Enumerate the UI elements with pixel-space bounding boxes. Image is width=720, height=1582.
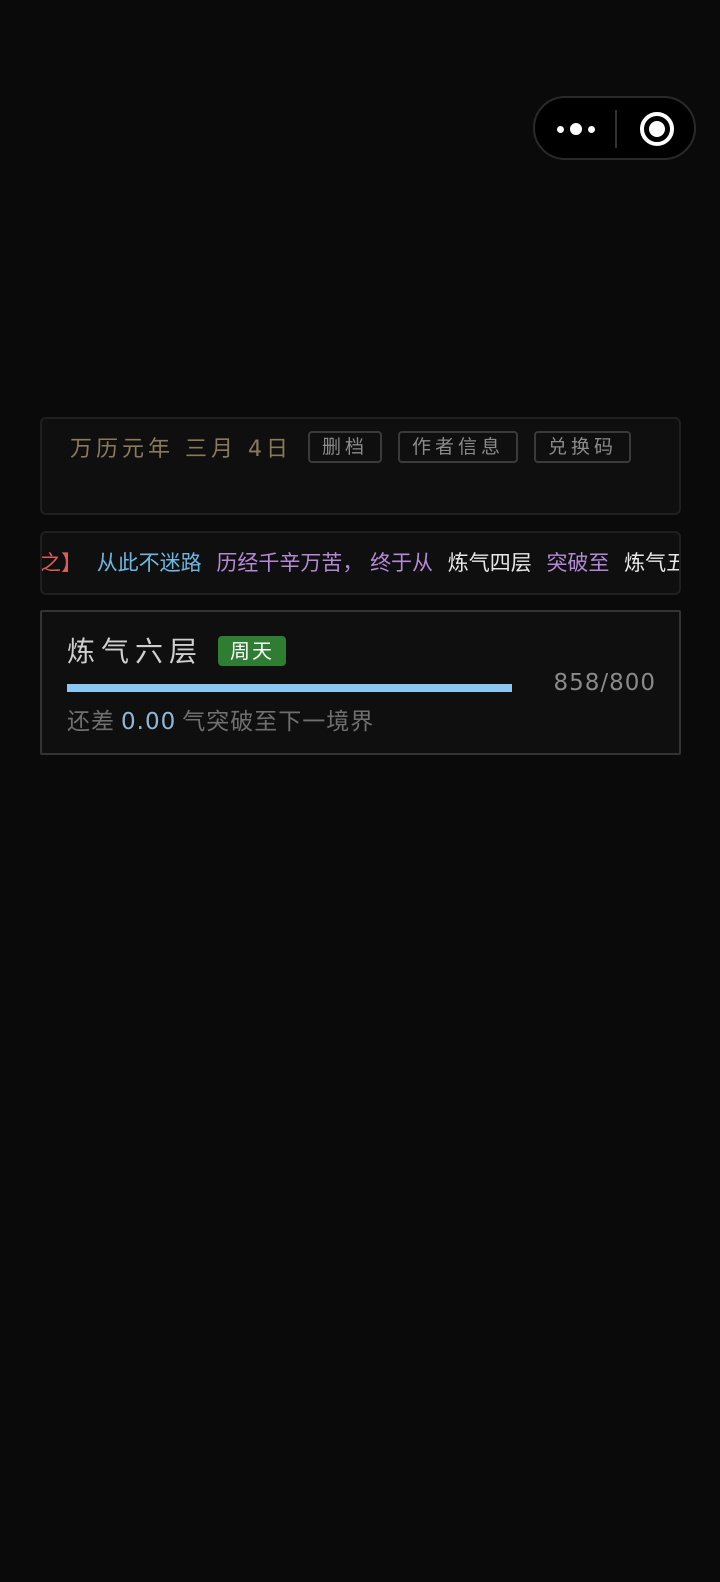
redeem-code-button[interactable]: 兑换码 bbox=[534, 431, 632, 463]
progress-bar bbox=[67, 684, 512, 692]
log-segment: 从此不迷路 bbox=[96, 551, 202, 575]
log-segment: 炼气四层 bbox=[447, 551, 532, 575]
log-segment: 历经千辛万苦， bbox=[216, 551, 364, 575]
capsule-divider bbox=[615, 110, 617, 148]
event-log-ticker: 之】 从此不迷路 历经千辛万苦， 终于从 炼气四层 突破至 炼气五层 bbox=[40, 531, 681, 595]
realm-panel: 炼气六层 周天 858/800 还差 0.00 气突破至下一境界 bbox=[40, 610, 681, 755]
log-segment: 终于从 bbox=[370, 551, 434, 575]
mini-program-capsule bbox=[533, 96, 696, 160]
event-log-line: 之】 从此不迷路 历经千辛万苦， 终于从 炼气四层 突破至 炼气五层 bbox=[40, 533, 679, 593]
delete-save-button[interactable]: 删档 bbox=[307, 431, 382, 463]
remain-suffix: 气突破至下一境界 bbox=[182, 709, 375, 735]
date-panel: 万历元年 三月 4日 删档 作者信息 兑换码 bbox=[40, 417, 681, 515]
game-date: 万历元年 三月 4日 bbox=[70, 437, 292, 462]
remain-prefix: 还差 bbox=[67, 709, 115, 735]
log-segment: 炼气五层 bbox=[624, 551, 679, 575]
breakthrough-remaining: 还差 0.00 气突破至下一境界 bbox=[67, 702, 374, 736]
author-info-button[interactable]: 作者信息 bbox=[398, 431, 519, 463]
log-segment: 之】 bbox=[40, 551, 82, 575]
progress-bar-fill bbox=[67, 684, 512, 692]
progress-value: 858/800 bbox=[553, 670, 656, 696]
log-segment: 突破至 bbox=[546, 551, 610, 575]
remain-value: 0.00 bbox=[121, 709, 177, 735]
cultivation-badge[interactable]: 周天 bbox=[218, 636, 286, 666]
realm-name: 炼气六层 bbox=[67, 635, 204, 668]
close-target-icon[interactable] bbox=[640, 112, 674, 146]
more-icon[interactable] bbox=[557, 117, 595, 141]
